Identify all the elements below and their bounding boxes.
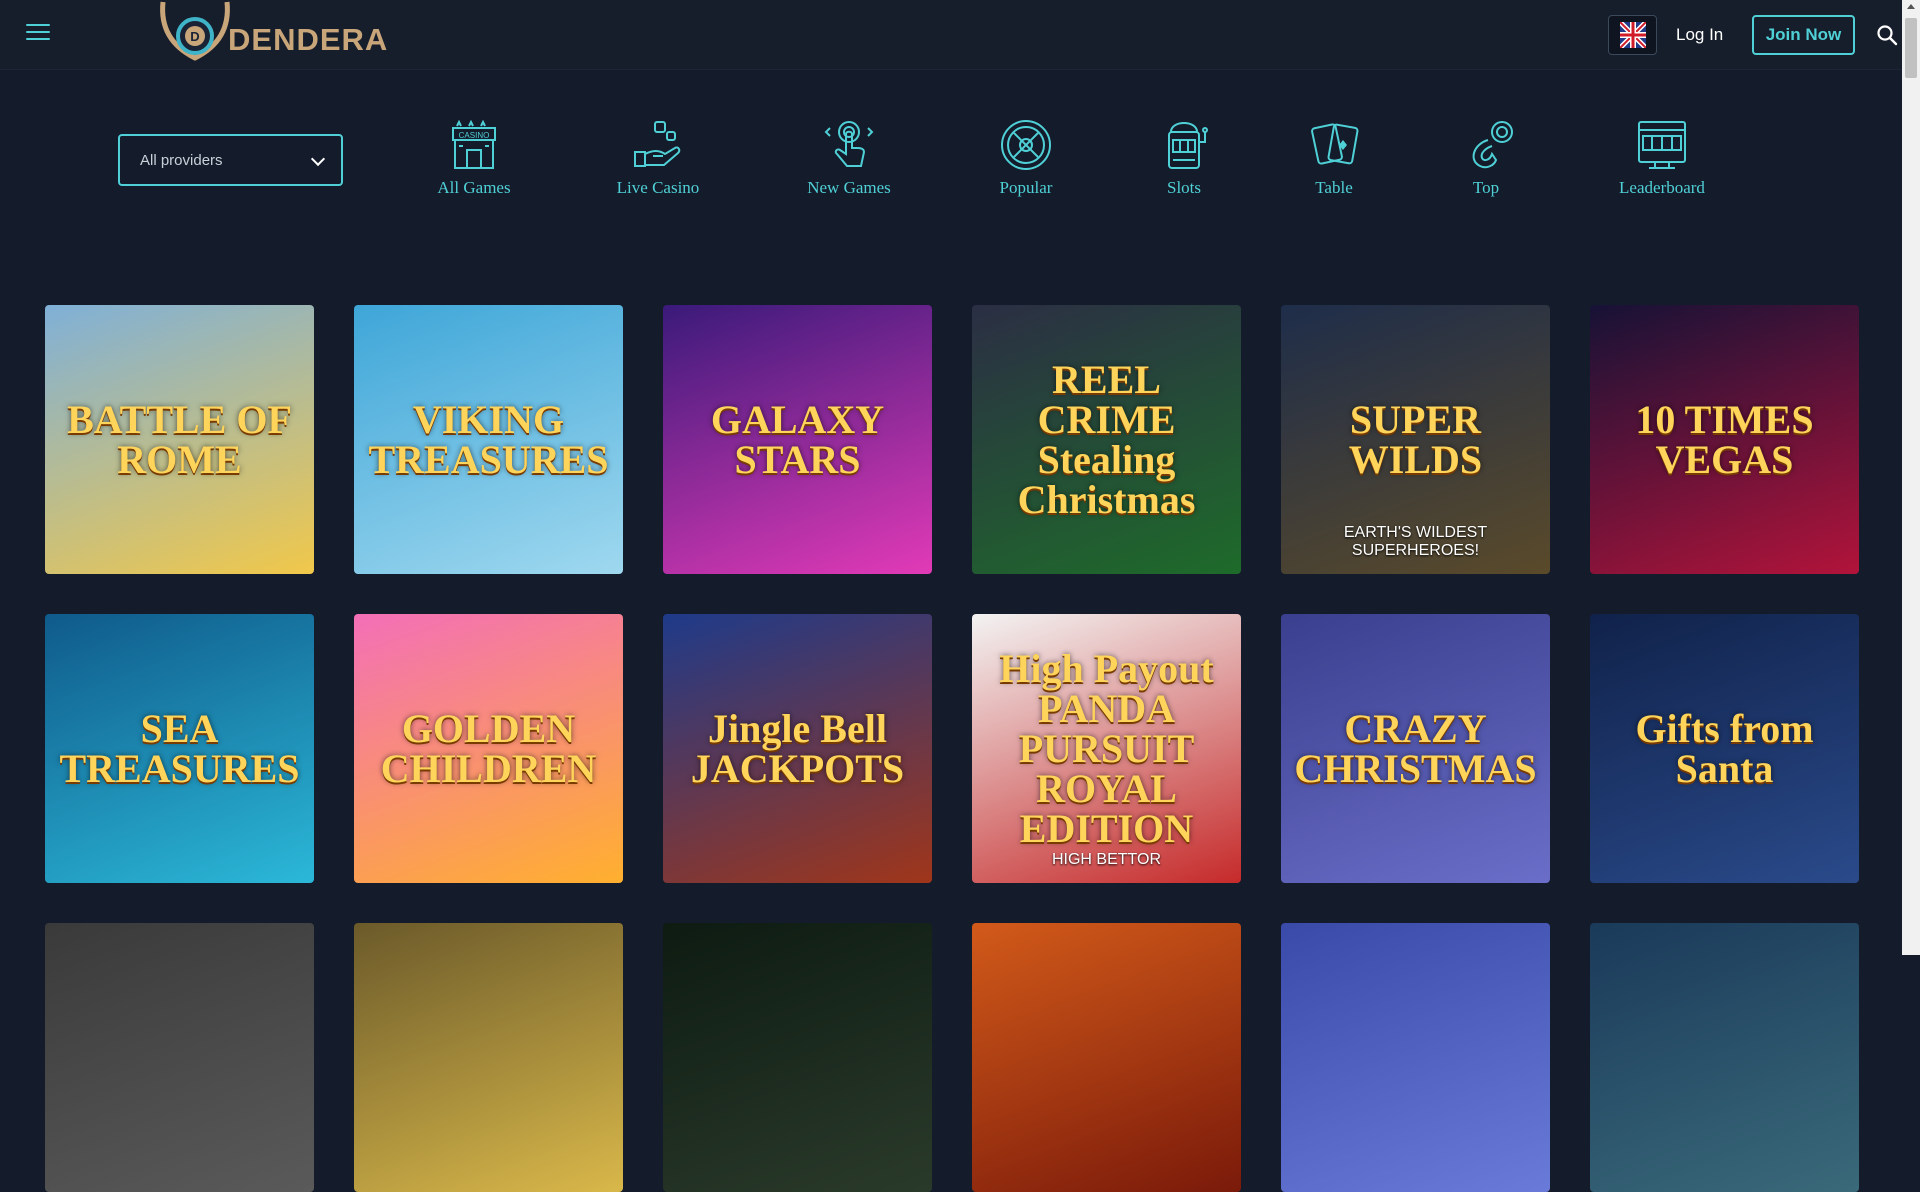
game-tile[interactable]: VIKING TREASURES: [354, 305, 623, 574]
game-tile[interactable]: [354, 923, 623, 1192]
provider-dropdown-value: All providers: [140, 152, 223, 169]
category-live-casino[interactable]: Live Casino: [611, 118, 705, 198]
category-popular[interactable]: Popular: [994, 118, 1058, 198]
game-title: GOLDEN CHILDREN: [380, 705, 597, 791]
category-slots[interactable]: Slots: [1156, 118, 1212, 198]
slot-machine-icon: [1168, 122, 1208, 169]
game-tile[interactable]: High Payout PANDA PURSUIT ROYAL EDITION H…: [972, 614, 1241, 883]
category-label: Top: [1472, 178, 1500, 197]
game-tile[interactable]: 10 TIMES VEGAS: [1590, 305, 1859, 574]
category-label: Slots: [1166, 178, 1202, 197]
game-tile[interactable]: SEA TREASURES: [45, 614, 314, 883]
logo-emblem-icon: D: [160, 1, 230, 61]
game-tile[interactable]: [663, 923, 932, 1192]
category-label: Popular: [999, 178, 1053, 197]
uk-flag-icon: [1619, 22, 1646, 48]
casino-building-icon: CASINO: [452, 119, 496, 169]
game-title: VIKING TREASURES: [368, 396, 609, 482]
game-title: High Payout PANDA PURSUIT ROYAL EDITION: [999, 645, 1214, 851]
category-new-games[interactable]: New Games: [799, 118, 899, 198]
hand-dice-icon: [634, 121, 681, 167]
game-tile[interactable]: GOLDEN CHILDREN: [354, 614, 623, 883]
category-table[interactable]: Table: [1309, 118, 1359, 198]
game-tile[interactable]: REEL CRIME Stealing Christmas: [972, 305, 1241, 574]
game-tile[interactable]: Gifts from Santa: [1590, 614, 1859, 883]
game-subtitle: EARTH'S WILDEST SUPERHEROES!: [1343, 524, 1488, 559]
game-tile[interactable]: CRAZY CHRISTMAS: [1281, 614, 1550, 883]
chevron-down-icon: [310, 151, 326, 167]
game-title: BATTLE OF ROME: [67, 396, 292, 482]
category-leaderboard[interactable]: Leaderboard: [1609, 118, 1715, 198]
game-title: Jingle Bell JACKPOTS: [690, 705, 905, 791]
search-icon[interactable]: [1876, 24, 1898, 46]
jackpot-monitor-icon: [1638, 121, 1686, 169]
category-all-games[interactable]: CASINO All Games: [432, 118, 516, 198]
game-tile[interactable]: [972, 923, 1241, 1192]
game-tile[interactable]: Jingle Bell JACKPOTS: [663, 614, 932, 883]
category-label: Live Casino: [616, 178, 700, 197]
game-title: CRAZY CHRISTMAS: [1294, 705, 1537, 791]
game-tile[interactable]: [45, 923, 314, 1192]
game-title: GALAXY STARS: [710, 396, 885, 482]
category-label: Leaderboard: [1619, 178, 1705, 197]
touch-hand-icon: [824, 121, 874, 167]
chip-medal-icon: [1472, 121, 1513, 169]
game-subtitle: HIGH BETTOR: [1051, 851, 1162, 868]
game-tile[interactable]: SUPER WILDS EARTH'S WILDEST SUPERHEROES!: [1281, 305, 1550, 574]
playing-cards-icon: [1311, 123, 1359, 165]
roulette-wheel-icon: [1001, 120, 1051, 170]
logo-text: DENDERA: [228, 22, 389, 57]
game-tile[interactable]: [1590, 923, 1859, 1192]
game-title: 10 TIMES VEGAS: [1635, 396, 1814, 482]
category-label: All Games: [437, 178, 511, 197]
page-scrollbar[interactable]: [1902, 0, 1920, 955]
scroll-up-arrow-icon[interactable]: [1907, 4, 1915, 9]
game-tile[interactable]: BATTLE OF ROME: [45, 305, 314, 574]
provider-dropdown[interactable]: All providers: [118, 134, 343, 186]
top-header: D DENDERA Log In Join Now: [0, 0, 1902, 70]
svg-text:CASINO: CASINO: [459, 131, 490, 140]
hamburger-menu-icon[interactable]: [26, 24, 50, 44]
scroll-thumb[interactable]: [1905, 18, 1917, 78]
language-selector[interactable]: [1608, 15, 1657, 55]
svg-text:D: D: [190, 29, 199, 44]
game-title: SEA TREASURES: [59, 705, 300, 791]
category-label: New Games: [807, 178, 891, 197]
game-tile[interactable]: GALAXY STARS: [663, 305, 932, 574]
game-title: REEL CRIME Stealing Christmas: [1017, 356, 1196, 522]
game-title: SUPER WILDS: [1348, 396, 1483, 482]
category-top[interactable]: Top: [1466, 118, 1513, 198]
join-now-button[interactable]: Join Now: [1752, 15, 1855, 55]
game-title: Gifts from Santa: [1635, 705, 1814, 791]
login-button[interactable]: Log In: [1676, 25, 1723, 45]
category-label: Table: [1315, 178, 1353, 197]
game-tile[interactable]: [1281, 923, 1550, 1192]
